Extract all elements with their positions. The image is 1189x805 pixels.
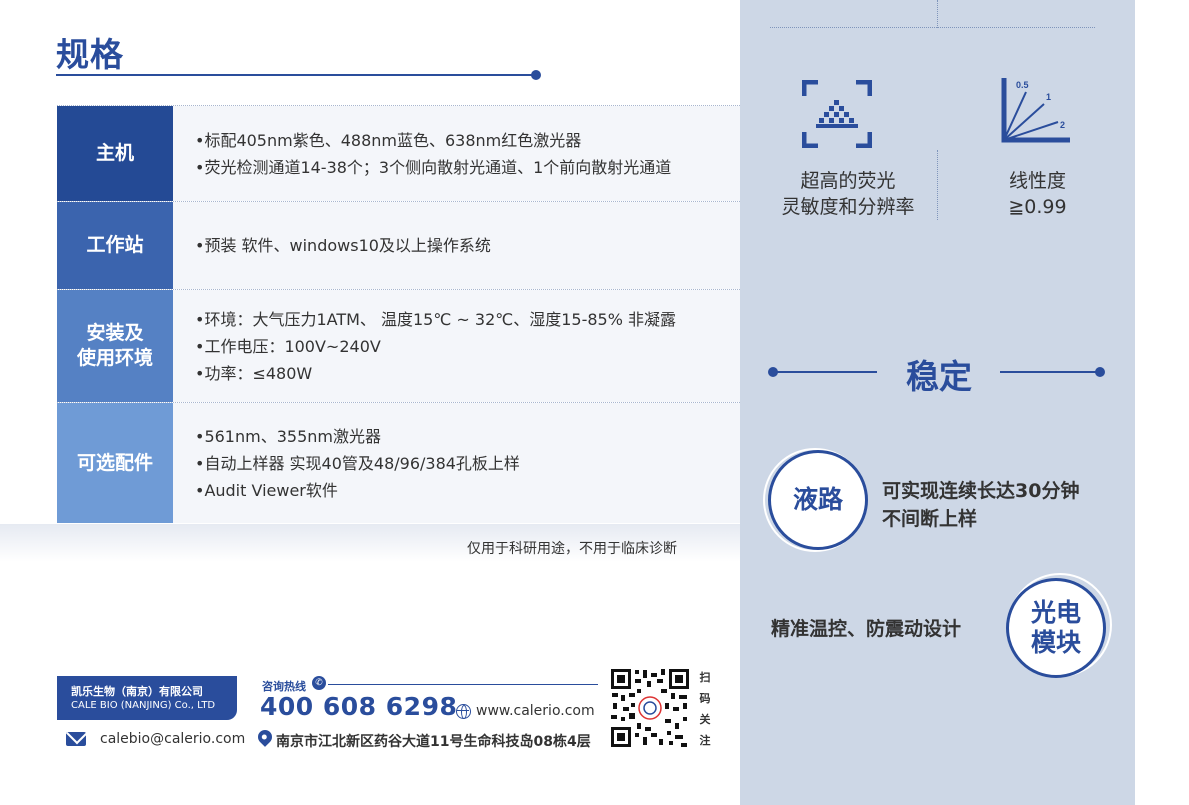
- spec-label-line: 可选配件: [76, 451, 153, 474]
- globe-icon: [456, 704, 471, 719]
- website-link[interactable]: www.calerio.com: [476, 703, 595, 719]
- spec-body: •预装 软件、windows10及以上操作系统: [173, 202, 740, 289]
- spec-item: •标配405nm紫色、488nm蓝色、638nm红色激光器: [195, 130, 582, 150]
- stable-line-right: [1000, 371, 1100, 373]
- phone-icon: ✆: [312, 676, 326, 690]
- hotline-divider: [328, 684, 598, 685]
- panel-divider: [770, 27, 1095, 28]
- spec-row-host: 主机 •标配405nm紫色、488nm蓝色、638nm红色激光器 •荧光检测通道…: [57, 105, 740, 201]
- location-pin-icon: [255, 727, 275, 747]
- spec-label: 工作站: [57, 202, 173, 289]
- optics-badge: 光电 模块: [1006, 578, 1106, 678]
- linearity-icon: 0.5 1 2: [1001, 78, 1070, 143]
- spec-label-line: 工作站: [86, 234, 144, 256]
- spec-item: •自动上样器 实现40管及48/96/384孔板上样: [195, 453, 520, 473]
- spec-item: •工作电压：100V~240V: [195, 336, 381, 356]
- scan-frame-icon: [802, 80, 872, 148]
- stable-dot-left: [768, 367, 778, 377]
- stable-dot-right: [1095, 367, 1105, 377]
- spec-item: •预装 软件、windows10及以上操作系统: [195, 236, 491, 255]
- feature-sensitivity: 超高的荧光 灵敏度和分辨率: [781, 170, 915, 218]
- feature-panel: [740, 0, 1135, 805]
- email-link[interactable]: calebio@calerio.com: [100, 731, 245, 747]
- spec-body: •561nm、355nm激光器 •自动上样器 实现40管及48/96/384孔板…: [173, 403, 740, 523]
- feature-linearity: 线性度 ≧0.99: [1008, 170, 1067, 218]
- fluidics-badge: 液路: [768, 450, 868, 550]
- spec-row-accessories: 可选配件 •561nm、355nm激光器 •自动上样器 实现40管及48/96/…: [57, 402, 740, 523]
- spec-label: 主机: [57, 106, 173, 201]
- spec-row-workstation: 工作站 •预装 软件、windows10及以上操作系统: [57, 201, 740, 289]
- spec-item: •环境：大气压力1ATM、 温度15℃ ~ 32℃、湿度15-85% 非凝露: [195, 309, 677, 329]
- spec-item: •荧光检测通道14-38个；3个侧向散射光通道、1个前向散射光通道: [195, 157, 672, 177]
- mail-icon: [66, 732, 86, 746]
- linearity-label: 0.5: [1016, 80, 1029, 90]
- spec-label: 可选配件: [57, 403, 173, 523]
- spec-body: •环境：大气压力1ATM、 温度15℃ ~ 32℃、湿度15-85% 非凝露 •…: [173, 290, 740, 402]
- qr-caption: 扫 码 关 注: [699, 671, 711, 747]
- linearity-label: 1: [1046, 92, 1051, 102]
- spec-item: •561nm、355nm激光器: [195, 426, 381, 446]
- spec-table: 主机 •标配405nm紫色、488nm蓝色、638nm红色激光器 •荧光检测通道…: [57, 105, 740, 523]
- spec-label-line: 主机: [95, 142, 134, 164]
- spec-label-line: 安装及: [86, 322, 144, 344]
- panel-divider: [937, 0, 938, 28]
- spec-item: •Audit Viewer软件: [195, 480, 338, 500]
- spec-label-line: 使用环境: [76, 347, 153, 369]
- company-name-en: CALE BIO (NANJING) Co., LTD: [71, 700, 216, 711]
- optics-description: 精准温控、防震动设计: [771, 618, 962, 640]
- hotline-number[interactable]: 400 608 6298: [260, 692, 457, 721]
- linearity-label: 2: [1060, 120, 1065, 130]
- stable-heading: 稳定: [906, 357, 972, 396]
- address: 南京市江北新区药谷大道11号生命科技岛08栋4层: [276, 734, 591, 750]
- stable-line-left: [772, 371, 877, 373]
- fluidics-description: 可实现连续长达30分钟 不间断上样: [882, 480, 1080, 530]
- qr-code[interactable]: [609, 667, 691, 749]
- spec-row-environment: 安装及 使用环境 •环境：大气压力1ATM、 温度15℃ ~ 32℃、湿度15-…: [57, 289, 740, 402]
- title-underline: [56, 74, 534, 76]
- title-underline-dot: [531, 70, 541, 80]
- spec-body: •标配405nm紫色、488nm蓝色、638nm红色激光器 •荧光检测通道14-…: [173, 106, 740, 201]
- spec-label: 安装及 使用环境: [57, 290, 173, 402]
- company-name-cn: 凯乐生物（南京）有限公司: [71, 685, 203, 698]
- spec-item: •功率：≤480W: [195, 363, 313, 383]
- usage-note: 仅用于科研用途，不用于临床诊断: [467, 541, 677, 557]
- section-title: 规格: [56, 35, 124, 74]
- company-badge: 凯乐生物（南京）有限公司 CALE BIO (NANJING) Co., LTD: [57, 676, 237, 720]
